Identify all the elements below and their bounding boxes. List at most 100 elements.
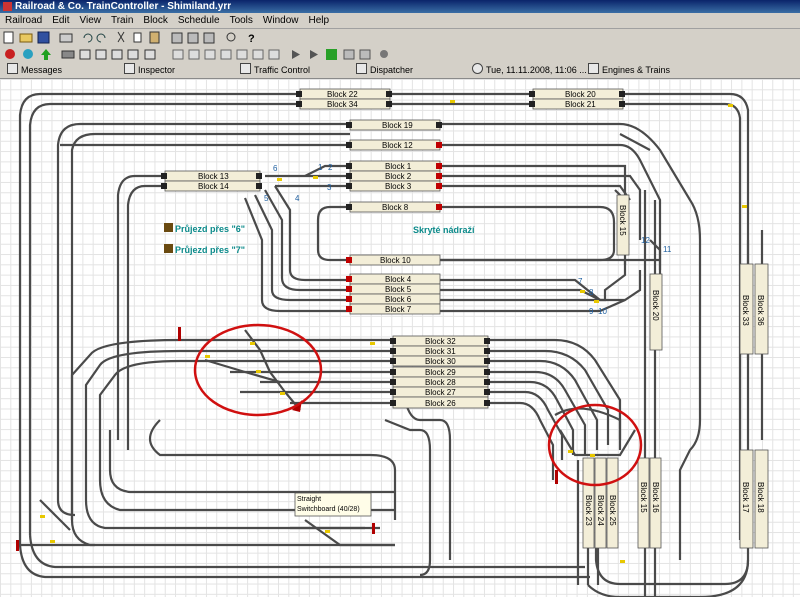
block-12[interactable]: Block 12 (349, 139, 441, 151)
block-20-vertical[interactable]: Block 20 (649, 273, 663, 351)
route-button-7[interactable]: Průjezd přes "7" (164, 244, 245, 255)
menu-train[interactable]: Train (106, 13, 138, 28)
turnout-marker[interactable] (50, 540, 55, 543)
turnout-marker[interactable] (250, 342, 255, 345)
block-2[interactable]: Block 2 (349, 170, 441, 182)
new-file-icon[interactable] (3, 31, 14, 44)
traffic-control-panel[interactable]: Traffic Control (240, 63, 310, 78)
block-20-top[interactable]: Block 20 (532, 88, 624, 100)
dispatcher-panel[interactable]: Dispatcher (356, 63, 413, 78)
block-34[interactable]: Block 34 (299, 98, 391, 110)
turnout-marker[interactable] (728, 104, 733, 107)
block-32[interactable]: Block 32 (392, 335, 489, 347)
block-13[interactable]: Block 13 (164, 170, 261, 182)
block-33[interactable]: Block 33 (739, 263, 754, 355)
messages-panel[interactable]: Messages (7, 63, 62, 78)
next-icon[interactable] (310, 50, 318, 59)
emergency-stop-icon[interactable] (5, 49, 15, 59)
signal-icon[interactable] (79, 49, 91, 60)
turnout-marker[interactable] (40, 515, 45, 518)
tool-icon-6[interactable] (236, 49, 248, 60)
tool-icon-3[interactable] (188, 49, 200, 60)
zoom-out-icon[interactable] (187, 32, 199, 44)
menu-window[interactable]: Window (258, 13, 304, 28)
turnout-marker[interactable] (742, 205, 747, 208)
tool-icon-8[interactable] (268, 49, 280, 60)
block-23[interactable]: Block 23 (582, 457, 595, 549)
globe-icon[interactable] (23, 49, 33, 59)
arrow-up-icon[interactable] (41, 49, 51, 60)
block-30[interactable]: Block 30 (392, 355, 489, 367)
turnout-marker[interactable] (280, 392, 285, 395)
turnout-marker[interactable] (620, 560, 625, 563)
menu-view[interactable]: View (74, 13, 106, 28)
turnout-marker[interactable] (277, 178, 282, 181)
engines-trains-panel[interactable]: Engines & Trains (588, 63, 670, 78)
block-19[interactable]: Block 19 (349, 119, 441, 131)
menu-tools[interactable]: Tools (225, 13, 258, 28)
block-27[interactable]: Block 27 (392, 386, 489, 398)
block-22[interactable]: Block 22 (299, 88, 391, 100)
cut-icon[interactable] (117, 31, 125, 43)
block-15-vertical[interactable]: Block 15 (616, 194, 630, 256)
signal-block-3[interactable] (436, 183, 442, 189)
tool-icon-7[interactable] (252, 49, 264, 60)
menu-railroad[interactable]: Railroad (0, 13, 47, 28)
search-icon[interactable] (226, 32, 236, 42)
block-5[interactable]: Block 5 (349, 283, 441, 295)
save-icon[interactable] (37, 31, 50, 44)
block-7[interactable]: Block 7 (349, 303, 441, 315)
turnout-marker[interactable] (205, 355, 210, 358)
green-a-icon[interactable] (326, 49, 337, 60)
signal-block-8[interactable] (436, 204, 442, 210)
undo-icon[interactable] (83, 33, 93, 43)
route-button-6[interactable]: Průjezd přes "6" (164, 223, 245, 234)
block-26[interactable]: Block 26 (392, 396, 489, 409)
route-icon[interactable] (95, 49, 107, 60)
paste-icon[interactable] (149, 31, 160, 44)
train-icon[interactable] (61, 50, 75, 59)
record-icon[interactable] (359, 49, 371, 60)
signal-block-7[interactable] (346, 306, 352, 312)
turnout-marker[interactable] (370, 342, 375, 345)
fit-icon[interactable] (203, 32, 215, 44)
signal-block-12[interactable] (436, 142, 442, 148)
block-15-bottom[interactable]: Block 15 (637, 457, 650, 549)
help-icon[interactable]: ? (248, 33, 255, 45)
menu-block[interactable]: Block (138, 13, 172, 28)
block-21[interactable]: Block 21 (532, 98, 624, 110)
block-tool-icon[interactable] (111, 49, 123, 60)
tool-icon-5[interactable] (220, 49, 232, 60)
block-31[interactable]: Block 31 (392, 345, 489, 357)
settings-icon[interactable] (343, 49, 355, 60)
tool-icon-4[interactable] (204, 49, 216, 60)
signal-block-4[interactable] (346, 276, 352, 282)
block-8[interactable]: Block 8 (349, 201, 441, 213)
menu-help[interactable]: Help (304, 13, 335, 28)
block-17[interactable]: Block 17 (739, 449, 754, 549)
open-folder-icon[interactable] (19, 33, 33, 43)
block-28[interactable]: Block 28 (392, 376, 489, 388)
turnout-marker[interactable] (313, 176, 318, 179)
signal-block-2[interactable] (436, 173, 442, 179)
copy-icon[interactable] (133, 32, 142, 43)
block-24[interactable]: Block 24 (594, 457, 607, 549)
tool-icon-2[interactable] (172, 49, 184, 60)
signal-block-5[interactable] (346, 286, 352, 292)
clock-panel[interactable]: Tue, 11.11.2008, 11:06 ... (472, 63, 587, 78)
turnout-marker[interactable] (256, 370, 261, 373)
signal-block-6[interactable] (346, 296, 352, 302)
block-36[interactable]: Block 36 (754, 263, 769, 355)
turnout-marker[interactable] (580, 290, 585, 293)
block-10[interactable]: Block 10 (349, 254, 441, 266)
block-4[interactable]: Block 4 (349, 273, 441, 285)
block-18[interactable]: Block 18 (754, 449, 769, 549)
zoom-in-icon[interactable] (171, 32, 183, 44)
stop-icon[interactable] (380, 50, 388, 58)
switchboard-canvas[interactable]: Block 22 Block 34 Block 20 Block 21 Bloc… (0, 79, 800, 597)
turnout-marker[interactable] (450, 100, 455, 103)
track-diagram[interactable]: Block 22 Block 34 Block 20 Block 21 Bloc… (0, 79, 800, 597)
turnout-marker[interactable] (594, 300, 599, 303)
block-6[interactable]: Block 6 (349, 293, 441, 305)
block-25[interactable]: Block 25 (606, 457, 619, 549)
